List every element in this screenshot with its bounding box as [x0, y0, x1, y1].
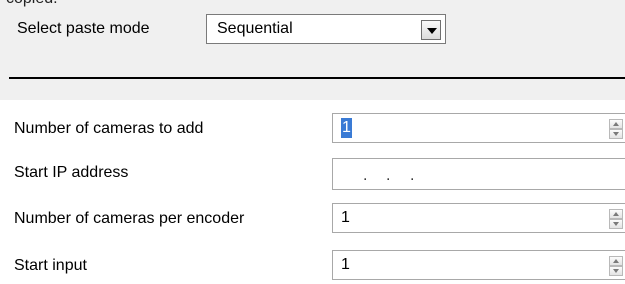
start-ip-input[interactable]: . . .: [332, 158, 625, 190]
cameras-per-encoder-stepper[interactable]: 1: [332, 203, 625, 233]
spin-up-button[interactable]: [609, 119, 623, 129]
ip-separator: .: [410, 167, 415, 184]
cameras-per-encoder-value: 1: [341, 209, 350, 226]
arrow-up-icon: [613, 259, 619, 263]
partial-header-text: copied.: [6, 0, 58, 8]
arrow-down-icon: [613, 269, 619, 273]
start-input-stepper[interactable]: 1: [332, 250, 625, 280]
spin-down-button[interactable]: [609, 266, 623, 276]
paste-mode-select[interactable]: Sequential: [206, 14, 446, 44]
spin-down-button[interactable]: [609, 219, 623, 229]
spin-buttons: [609, 119, 623, 139]
paste-mode-value: Sequential: [217, 20, 293, 37]
start-input-label: Start input: [14, 257, 87, 274]
num-cameras-label: Number of cameras to add: [14, 120, 204, 137]
spin-buttons: [609, 256, 623, 276]
spin-up-button[interactable]: [609, 256, 623, 266]
paste-mode-label: Select paste mode: [17, 20, 150, 37]
chevron-down-icon: [427, 28, 437, 34]
spin-buttons: [609, 209, 623, 229]
ip-separator: .: [386, 167, 391, 184]
arrow-down-icon: [613, 132, 619, 136]
spin-down-button[interactable]: [609, 129, 623, 139]
ip-separator: .: [363, 167, 368, 184]
start-ip-label: Start IP address: [14, 164, 129, 181]
cameras-per-encoder-label: Number of cameras per encoder: [14, 210, 245, 227]
arrow-down-icon: [613, 222, 619, 226]
arrow-up-icon: [613, 212, 619, 216]
num-cameras-stepper[interactable]: 1: [332, 113, 625, 143]
num-cameras-value: 1: [341, 118, 352, 138]
section-divider: [9, 77, 625, 79]
start-input-value: 1: [341, 256, 350, 273]
arrow-up-icon: [613, 122, 619, 126]
dropdown-button[interactable]: [421, 20, 441, 40]
spin-up-button[interactable]: [609, 209, 623, 219]
